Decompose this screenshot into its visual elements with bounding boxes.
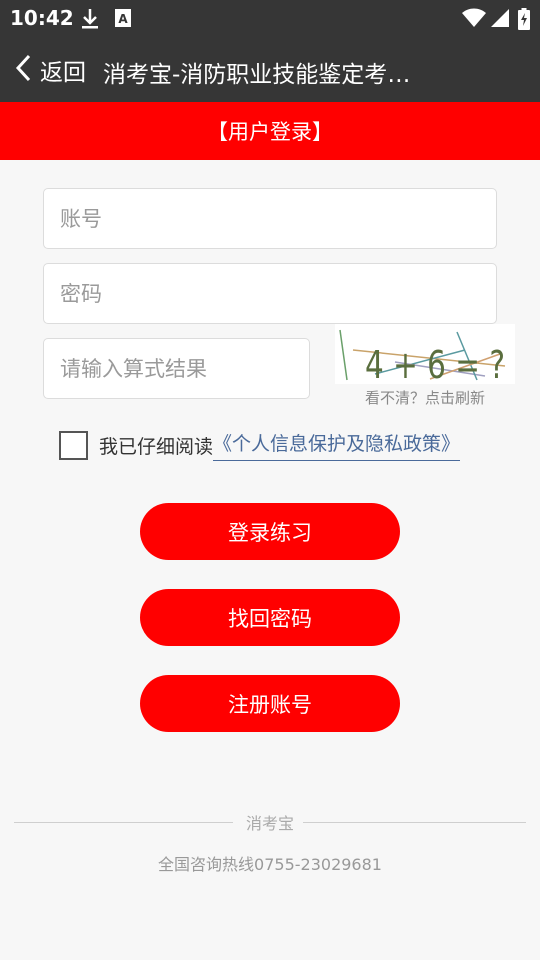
title-bar: 返回 消考宝-消防职业技能鉴定考试题库: [0, 38, 540, 102]
agree-checkbox[interactable]: [59, 430, 88, 460]
register-button[interactable]: 注册账号: [140, 675, 400, 732]
download-icon: [80, 8, 100, 34]
login-banner: 【用户登录】: [0, 102, 540, 160]
captcha-refresh-hint[interactable]: 看不清？点击刷新: [335, 387, 515, 408]
font-a-icon: A: [114, 8, 132, 32]
account-input[interactable]: [43, 188, 497, 249]
footer-divider-right: [303, 822, 526, 823]
chevron-left-icon: [14, 54, 40, 86]
battery-charging-icon: [518, 8, 530, 34]
footer-brand: 消考宝: [245, 814, 294, 833]
footer-divider-left: [14, 822, 233, 823]
status-time: 10:42: [10, 6, 74, 30]
back-label: 返回: [40, 60, 86, 86]
footer-hotline: 全国咨询热线0755-23029681: [158, 855, 382, 874]
page-title: 消考宝-消防职业技能鉴定考试题库: [103, 62, 433, 88]
cellular-signal-icon: [490, 8, 510, 32]
login-button[interactable]: 登录练习: [140, 503, 400, 560]
captcha-image[interactable]: 4 + 6 = ?: [335, 324, 515, 387]
agree-label: 我已仔细阅读: [99, 435, 214, 458]
password-input[interactable]: [43, 263, 497, 324]
recover-password-button[interactable]: 找回密码: [140, 589, 400, 646]
status-bar: 10:42 A: [0, 0, 540, 38]
svg-text:A: A: [118, 12, 128, 26]
back-button[interactable]: 返回: [14, 38, 86, 102]
wifi-icon: [462, 8, 486, 32]
privacy-policy-link[interactable]: 《个人信息保护及隐私政策》: [213, 429, 461, 461]
privacy-agreement-row: 我已仔细阅读 《个人信息保护及隐私政策》: [59, 429, 461, 461]
captcha-expression: 4 + 6 = ?: [365, 343, 505, 384]
captcha-input[interactable]: [43, 338, 310, 399]
